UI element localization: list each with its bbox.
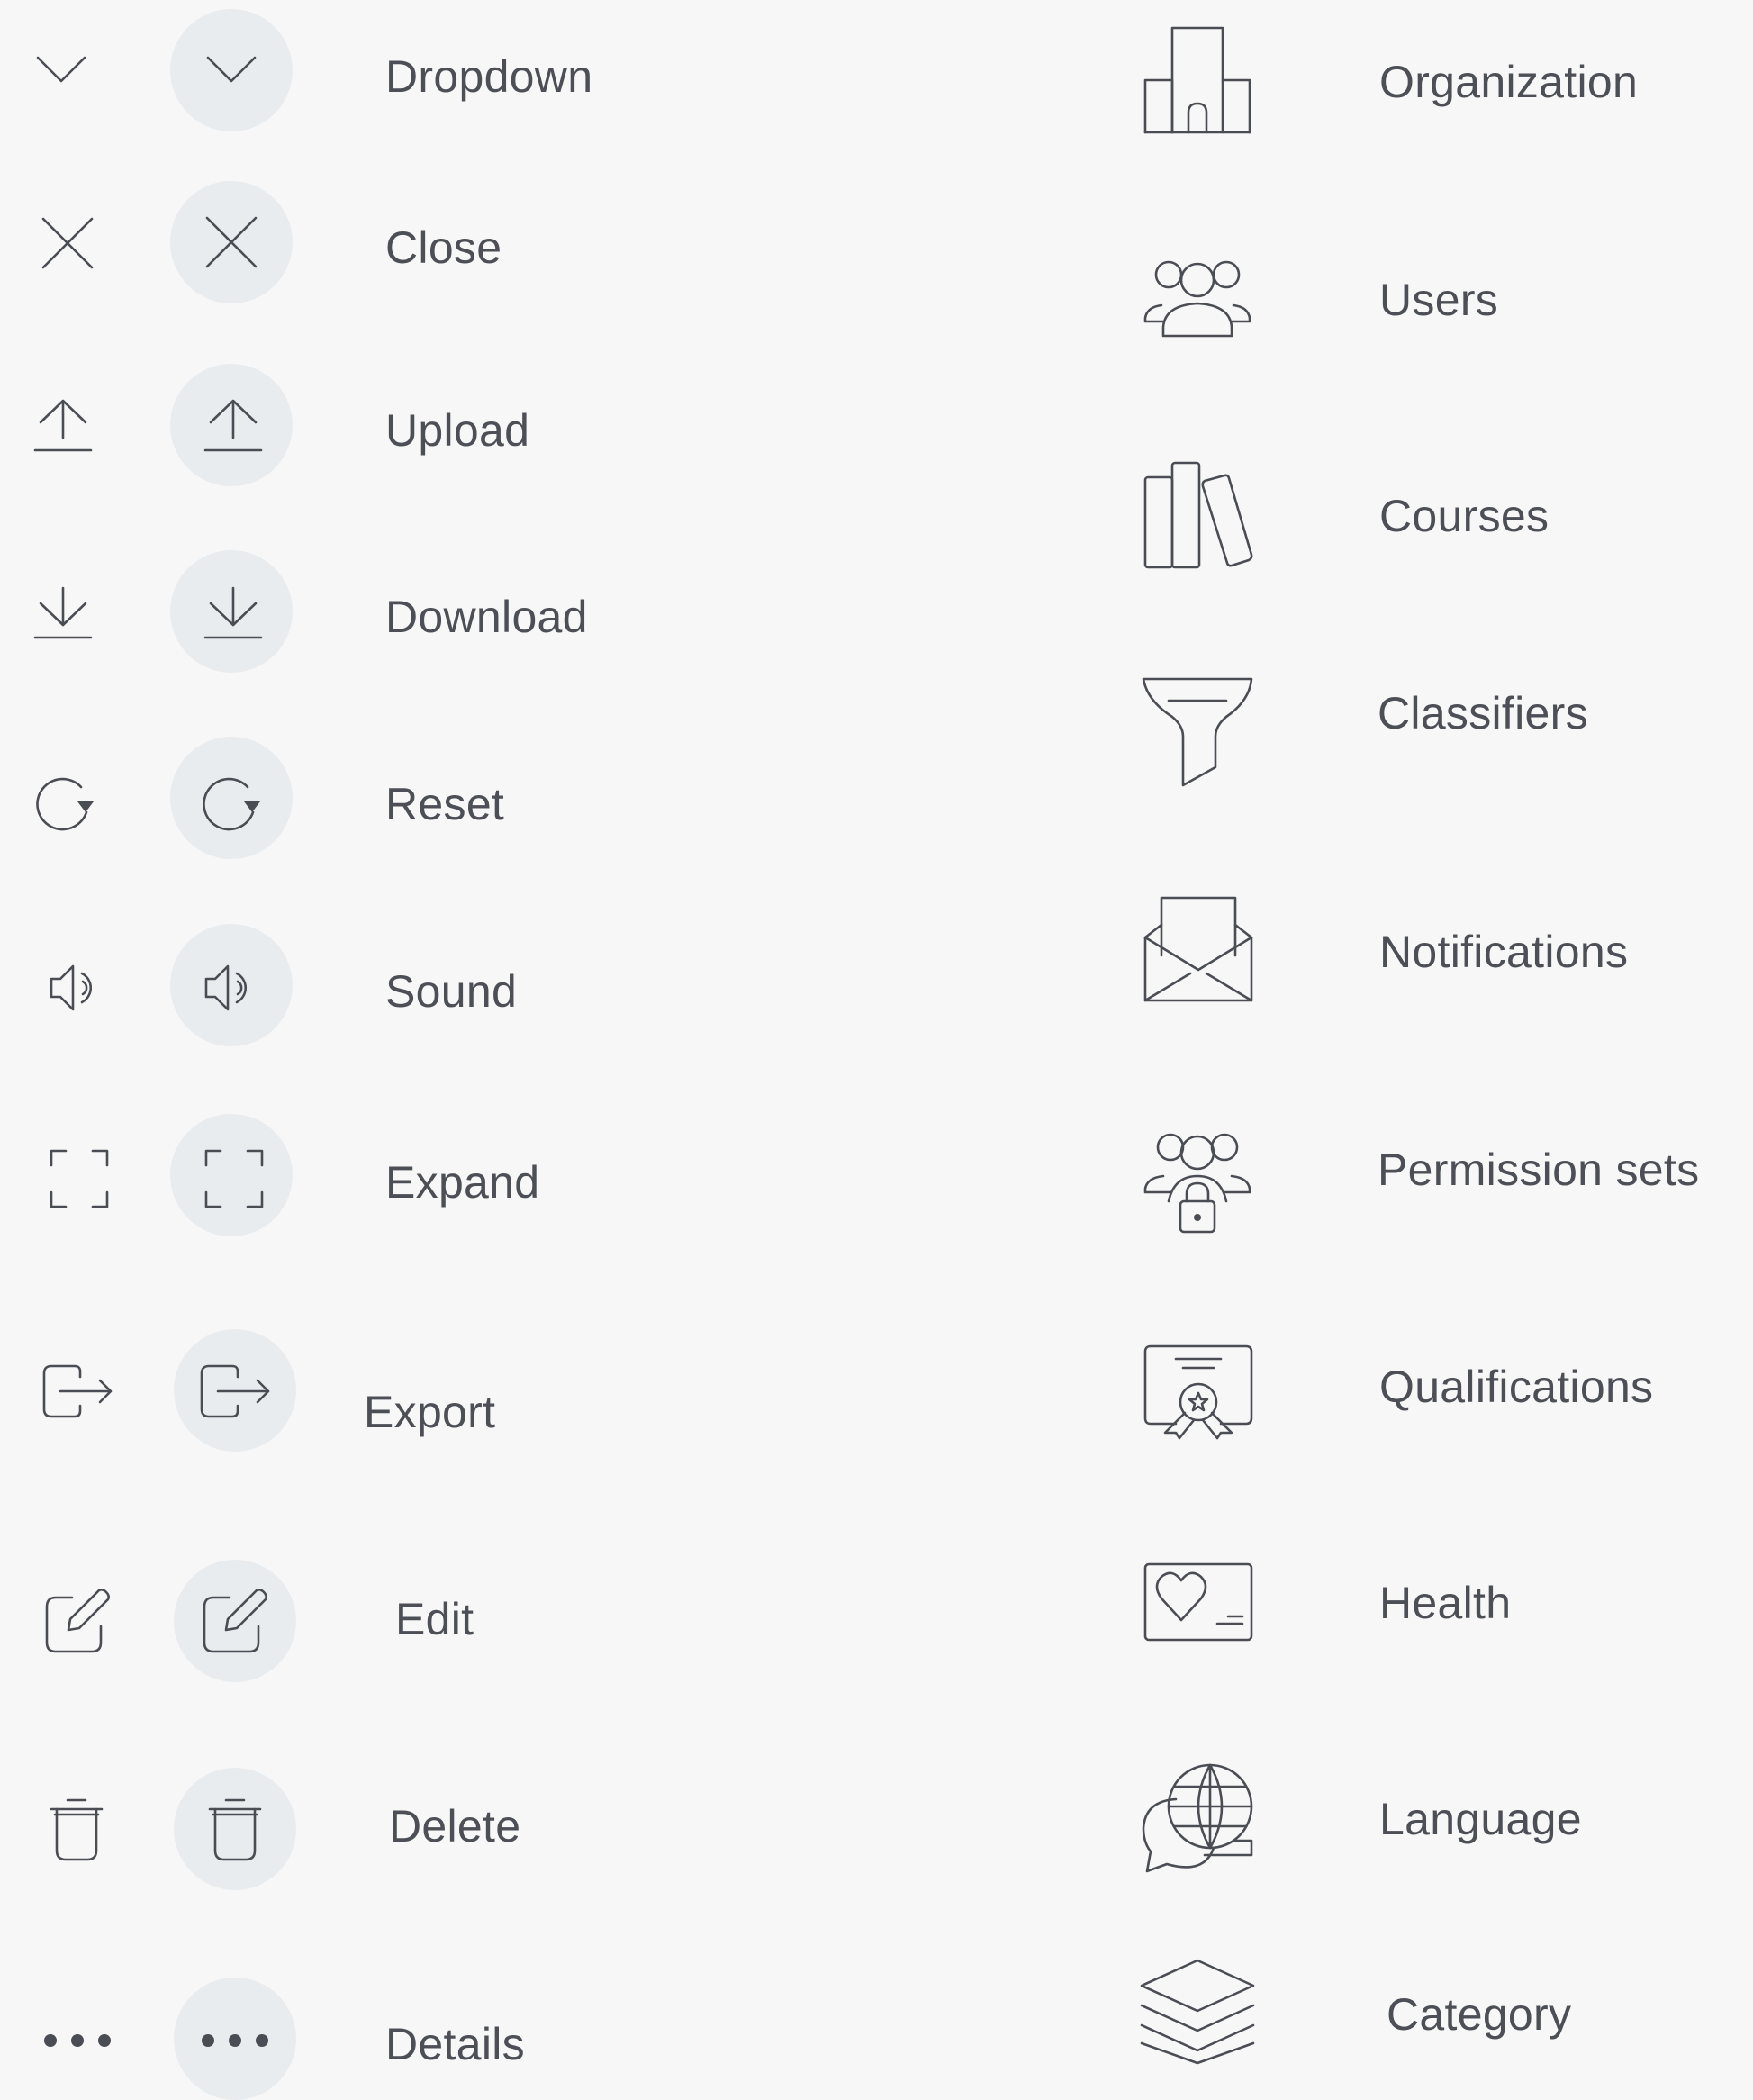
close-button[interactable] — [170, 181, 293, 303]
more-dots-icon[interactable] — [43, 2032, 112, 2050]
more-dots-icon — [202, 2034, 268, 2047]
funnel-icon — [1142, 677, 1253, 787]
building-icon — [1143, 26, 1251, 134]
close-icon[interactable] — [41, 217, 94, 269]
close-label: Close — [385, 222, 502, 273]
reset-label: Reset — [385, 779, 505, 829]
export-button[interactable] — [174, 1329, 296, 1452]
dropdown-button[interactable] — [170, 9, 293, 131]
upload-icon — [203, 399, 263, 452]
edit-icon — [203, 1589, 267, 1653]
export-label: Export — [364, 1387, 496, 1437]
trash-icon[interactable] — [50, 1797, 104, 1863]
export-icon — [200, 1364, 270, 1418]
upload-label: Upload — [385, 405, 530, 456]
details-label: Details — [385, 2019, 525, 2069]
reset-button[interactable] — [170, 737, 293, 859]
download-icon[interactable] — [33, 585, 93, 639]
category-label: Category — [1387, 1989, 1572, 2040]
delete-label: Delete — [389, 1801, 521, 1851]
upload-button[interactable] — [170, 364, 293, 486]
dropdown-label: Dropdown — [385, 51, 593, 102]
health-card-icon — [1143, 1562, 1253, 1642]
edit-icon[interactable] — [43, 1587, 112, 1655]
books-icon — [1143, 461, 1253, 569]
users-label: Users — [1379, 275, 1499, 325]
expand-label: Expand — [385, 1157, 540, 1208]
expand-button[interactable] — [170, 1114, 293, 1236]
layers-icon — [1140, 1959, 1255, 2065]
close-icon — [205, 216, 258, 268]
permission-sets-label: Permission sets — [1378, 1145, 1700, 1195]
upload-icon[interactable] — [33, 398, 93, 452]
trash-icon — [208, 1798, 262, 1861]
chevron-down-icon — [206, 56, 257, 83]
chevron-down-icon[interactable] — [36, 56, 86, 83]
sound-button[interactable] — [170, 924, 293, 1046]
envelope-icon — [1143, 896, 1253, 1002]
expand-icon — [204, 1149, 264, 1208]
reset-icon[interactable] — [34, 773, 97, 831]
classifiers-label: Classifiers — [1378, 688, 1588, 738]
download-button[interactable] — [170, 550, 293, 673]
expand-icon[interactable] — [50, 1149, 109, 1208]
language-label: Language — [1379, 1794, 1582, 1844]
details-button[interactable] — [174, 1978, 296, 2100]
qualifications-label: Qualifications — [1379, 1362, 1654, 1412]
sound-icon — [204, 964, 248, 1011]
export-icon[interactable] — [42, 1364, 114, 1418]
notifications-label: Notifications — [1379, 927, 1629, 977]
sound-label: Sound — [385, 966, 518, 1017]
reset-icon — [203, 777, 260, 831]
health-label: Health — [1379, 1578, 1512, 1628]
certificate-icon — [1143, 1344, 1253, 1440]
edit-label: Edit — [395, 1594, 474, 1644]
globe-chat-icon — [1142, 1763, 1253, 1873]
courses-label: Courses — [1379, 491, 1550, 541]
users-lock-icon — [1143, 1133, 1251, 1234]
edit-button[interactable] — [174, 1560, 296, 1682]
users-icon — [1143, 260, 1251, 338]
delete-button[interactable] — [174, 1768, 296, 1890]
organization-label: Organization — [1379, 57, 1639, 107]
download-label: Download — [385, 592, 588, 642]
download-icon — [203, 586, 263, 639]
sound-icon[interactable] — [49, 961, 108, 1015]
